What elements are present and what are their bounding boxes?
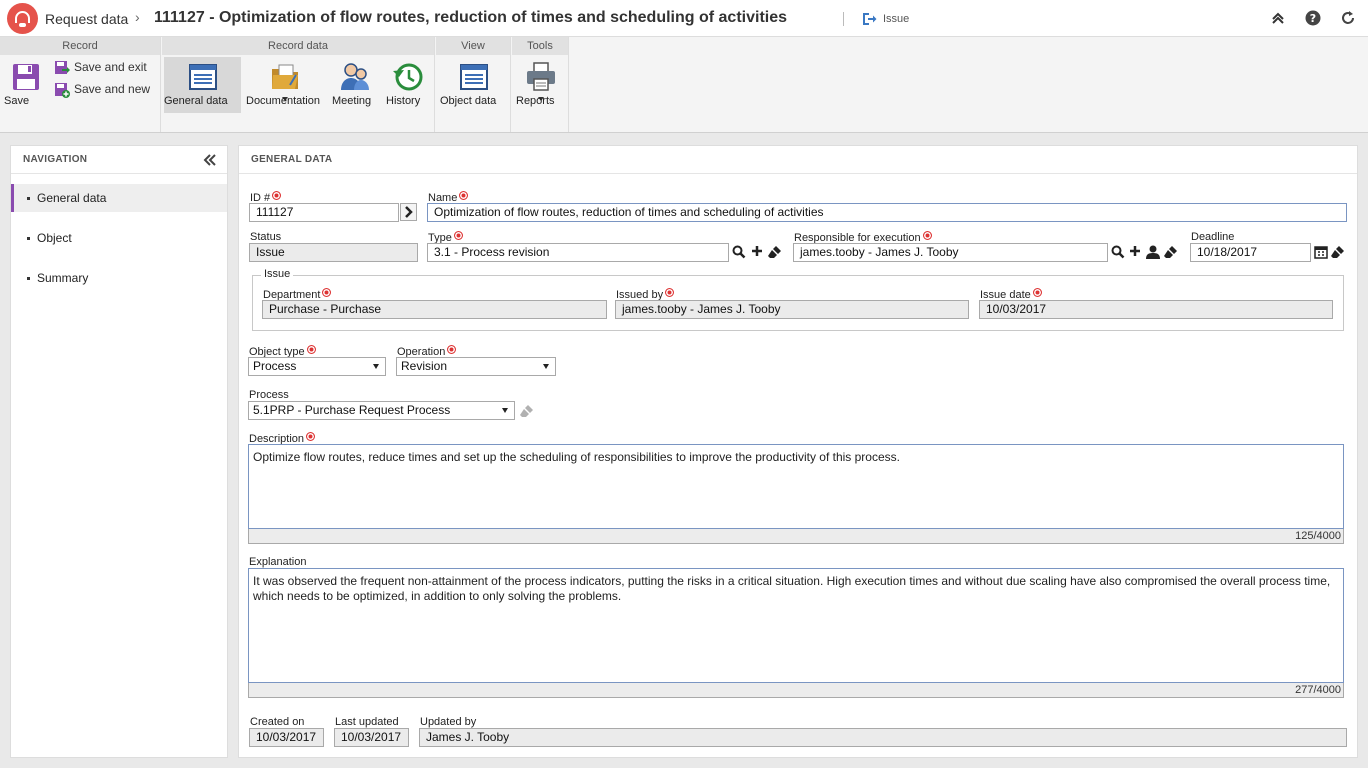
process-clear-button[interactable] xyxy=(518,402,535,420)
svg-text:?: ? xyxy=(1310,12,1316,25)
type-clear-button[interactable] xyxy=(766,243,783,261)
save-new-icon xyxy=(55,83,70,98)
updated-by-field: James J. Tooby xyxy=(419,728,1347,747)
ribbon-group-label: Tools xyxy=(512,37,568,55)
app-logo-icon xyxy=(7,3,38,34)
issue-link-icon[interactable] xyxy=(861,11,877,27)
id-field[interactable]: 111127 xyxy=(249,203,399,222)
description-char-counter: 125/4000 xyxy=(248,529,1344,544)
section-header: GENERAL DATA xyxy=(239,146,1357,174)
status-field: Issue xyxy=(249,243,418,262)
save-and-new-button[interactable]: Save and new xyxy=(54,82,150,98)
page-title: 111127 - Optimization of flow routes, re… xyxy=(154,9,788,26)
title-bar: Request data › 111127 - Optimization of … xyxy=(0,0,1368,37)
explanation-char-counter: 277/4000 xyxy=(248,683,1344,698)
deadline-label: Deadline xyxy=(1191,231,1235,243)
save-and-exit-button[interactable]: Save and exit xyxy=(54,60,147,76)
status-label: Status xyxy=(250,231,282,243)
navigation-header: NAVIGATION xyxy=(11,146,227,174)
folder-documents-icon xyxy=(272,64,298,89)
ribbon-group-label: View xyxy=(436,37,510,55)
responsible-search-button[interactable] xyxy=(1109,243,1126,261)
object-data-button[interactable]: Object data xyxy=(440,57,508,113)
plus-icon xyxy=(1129,246,1140,256)
explanation-textarea[interactable]: It was observed the frequent non-attainm… xyxy=(248,568,1344,683)
printer-icon xyxy=(526,62,555,91)
nav-item-summary[interactable]: Summary xyxy=(11,264,227,292)
process-select[interactable]: 5.1PRP - Purchase Request Process xyxy=(248,401,515,420)
reports-button[interactable]: Reports xyxy=(516,57,565,113)
last-updated-field: 10/03/2017 xyxy=(334,728,409,747)
eraser-icon xyxy=(767,246,781,258)
user-icon xyxy=(1145,245,1160,259)
deadline-calendar-button[interactable] xyxy=(1312,243,1329,261)
eraser-icon xyxy=(1163,246,1177,258)
title-divider xyxy=(843,12,844,26)
breadcrumb-separator: › xyxy=(135,9,140,25)
save-exit-icon xyxy=(55,61,70,74)
ribbon-group-record: Record Save Save and exit Save and new xyxy=(0,37,161,132)
chevron-right-icon xyxy=(404,206,413,218)
responsible-user-button[interactable] xyxy=(1144,243,1161,261)
save-button[interactable]: Save xyxy=(4,57,48,113)
form-window-icon xyxy=(460,64,488,90)
responsible-field[interactable]: james.tooby - James J. Tooby xyxy=(793,243,1108,262)
description-textarea[interactable]: Optimize flow routes, reduce times and s… xyxy=(248,444,1344,529)
meeting-button[interactable]: Meeting xyxy=(332,57,378,113)
issue-fieldset: Issue Department Purchase - Purchase Iss… xyxy=(252,268,1344,331)
type-search-button[interactable] xyxy=(730,243,747,261)
ribbon-toolbar: Record Save Save and exit Save and new R… xyxy=(0,37,1368,133)
app-name: Request data xyxy=(45,11,129,27)
ribbon-group-label: Record xyxy=(0,37,160,55)
created-on-label: Created on xyxy=(250,716,305,728)
documentation-button[interactable]: Documentation xyxy=(246,57,324,113)
magnifier-icon xyxy=(1111,245,1124,259)
ribbon-group-label: Record data xyxy=(162,37,434,55)
updated-by-label: Updated by xyxy=(420,716,477,728)
form-window-icon xyxy=(188,64,217,90)
floppy-disk-icon xyxy=(13,64,39,90)
id-next-button[interactable] xyxy=(400,203,417,221)
name-field[interactable]: Optimization of flow routes, reduction o… xyxy=(427,203,1347,222)
issued-by-field: james.tooby - James J. Tooby xyxy=(615,300,969,319)
general-data-button[interactable]: General data xyxy=(164,57,241,113)
process-label: Process xyxy=(249,389,289,401)
responsible-clear-button[interactable] xyxy=(1162,243,1179,261)
type-add-button[interactable] xyxy=(748,243,765,261)
operation-select[interactable]: Revision xyxy=(396,357,556,376)
general-data-panel: GENERAL DATA ID # 111127 Name Optimizati… xyxy=(238,145,1358,758)
type-field[interactable]: 3.1 - Process revision xyxy=(427,243,729,262)
help-icon[interactable]: ? xyxy=(1305,10,1321,26)
context-issue-link[interactable]: Issue xyxy=(883,13,909,25)
issue-fieldset-legend: Issue xyxy=(261,268,294,280)
explanation-label: Explanation xyxy=(249,556,307,568)
last-updated-label: Last updated xyxy=(335,716,399,728)
deadline-clear-button[interactable] xyxy=(1329,243,1346,261)
eraser-icon xyxy=(1330,246,1344,258)
people-meeting-icon xyxy=(341,63,369,90)
history-button[interactable]: History xyxy=(386,57,430,113)
ribbon-group-view: View Object data xyxy=(436,37,511,132)
eraser-icon xyxy=(519,405,533,417)
magnifier-icon xyxy=(732,245,745,259)
deadline-field[interactable]: 10/18/2017 xyxy=(1190,243,1311,262)
responsible-add-button[interactable] xyxy=(1126,243,1143,261)
nav-item-object[interactable]: Object xyxy=(11,224,227,252)
issue-date-field: 10/03/2017 xyxy=(979,300,1333,319)
plus-icon xyxy=(751,246,762,256)
ribbon-group-tools: Tools Reports xyxy=(512,37,569,132)
created-on-field: 10/03/2017 xyxy=(249,728,324,747)
clock-history-icon xyxy=(393,63,423,91)
collapse-up-icon[interactable] xyxy=(1270,10,1286,26)
ribbon-group-record-data: Record data General data Documentation M… xyxy=(162,37,435,132)
department-field: Purchase - Purchase xyxy=(262,300,607,319)
refresh-icon[interactable] xyxy=(1340,10,1356,26)
collapse-left-icon[interactable] xyxy=(203,154,217,166)
navigation-panel: NAVIGATION General data Object Summary xyxy=(10,145,228,758)
object-type-select[interactable]: Process xyxy=(248,357,386,376)
nav-item-general-data[interactable]: General data xyxy=(11,184,227,212)
calendar-icon xyxy=(1313,246,1328,259)
